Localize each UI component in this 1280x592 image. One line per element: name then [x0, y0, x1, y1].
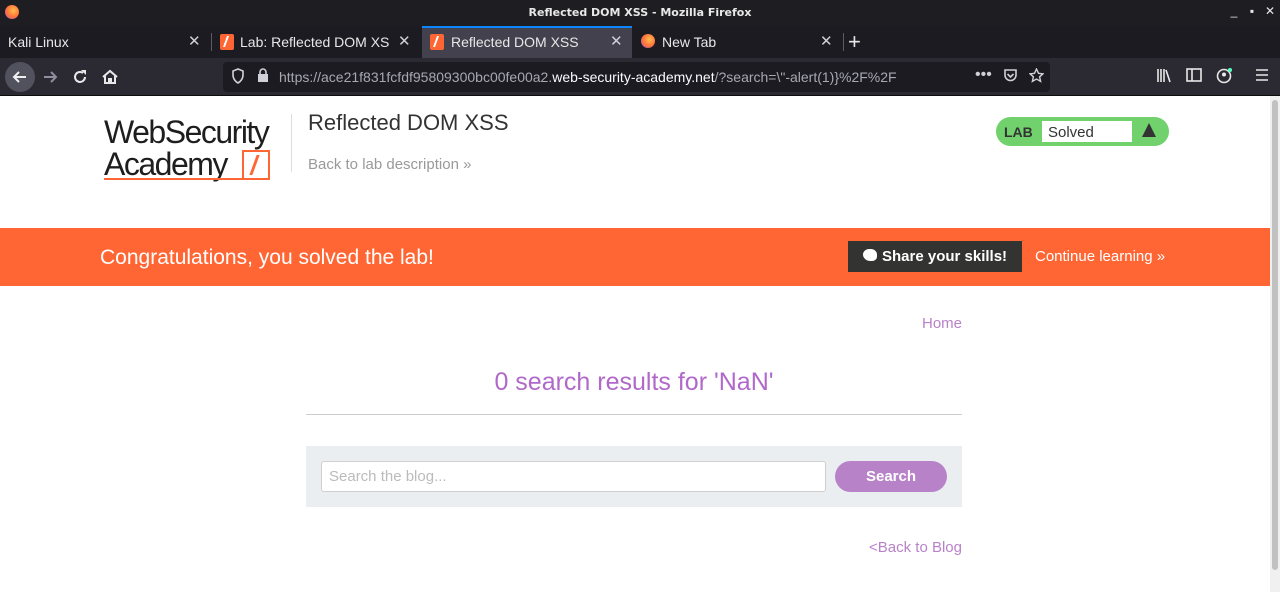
- tab-label: New Tab: [662, 34, 717, 50]
- share-skills-label: Share your skills!: [882, 248, 1008, 265]
- tab-label: Kali Linux: [8, 34, 69, 50]
- web-security-academy-logo[interactable]: WebSecurity Academy: [104, 116, 294, 180]
- pocket-icon[interactable]: [1003, 68, 1018, 86]
- url-host: web-security-academy.net: [552, 69, 715, 85]
- home-button[interactable]: [98, 65, 122, 89]
- flask-icon: [1142, 123, 1156, 137]
- tab-label: Lab: Reflected DOM XSS: [240, 34, 390, 50]
- close-window-button[interactable]: ✕: [1262, 4, 1278, 18]
- twitter-icon: [863, 249, 877, 261]
- lab-tag: LAB: [1004, 124, 1033, 140]
- reload-button[interactable]: [68, 65, 92, 89]
- continue-learning-link[interactable]: Continue learning »: [1035, 248, 1165, 265]
- tab-separator: [843, 33, 844, 51]
- address-bar[interactable]: https://ace21f831fcfdf95809300bc00fe00a2…: [223, 62, 1050, 92]
- search-results-heading: 0 search results for 'NaN': [494, 368, 774, 396]
- search-button[interactable]: Search: [835, 461, 947, 492]
- url-suffix: /?search=\"-alert(1)}%2F%2F: [714, 69, 897, 85]
- tab-lab-description[interactable]: Lab: Reflected DOM XSS ✕: [212, 26, 421, 58]
- minimize-button[interactable]: _: [1226, 4, 1242, 18]
- home-link[interactable]: Home: [922, 315, 962, 332]
- forward-button[interactable]: [38, 65, 62, 89]
- lab-status-text: Solved: [1041, 120, 1133, 143]
- new-tab-button[interactable]: +: [848, 29, 861, 55]
- account-icon[interactable]: [1216, 68, 1233, 87]
- lab-title: Reflected DOM XSS: [308, 110, 509, 135]
- search-input[interactable]: Search the blog...: [321, 461, 826, 492]
- logo-line-1: WebSecurity: [104, 114, 270, 150]
- search-form: Search the blog... Search: [306, 446, 962, 507]
- portswigger-icon: [220, 34, 234, 50]
- back-button[interactable]: [5, 62, 35, 92]
- window-titlebar: Reflected DOM XSS - Mozilla Firefox _ ▪ …: [0, 0, 1280, 26]
- header-divider: [291, 114, 292, 172]
- tab-bar: Kali Linux ✕ Lab: Reflected DOM XSS ✕ Re…: [0, 26, 1280, 58]
- congratulations-message: Congratulations, you solved the lab!: [100, 246, 434, 269]
- portswigger-icon: [430, 34, 444, 50]
- page-scrollbar[interactable]: [1270, 96, 1280, 592]
- tab-reflected-dom-xss[interactable]: Reflected DOM XSS ✕: [422, 26, 632, 58]
- lock-icon[interactable]: [257, 68, 269, 86]
- back-to-blog-link[interactable]: <Back to Blog: [869, 539, 962, 556]
- tab-kali-linux[interactable]: Kali Linux ✕: [0, 26, 210, 58]
- arrow-right-icon: [44, 71, 58, 83]
- sidebar-icon[interactable]: [1186, 68, 1202, 86]
- tab-new-tab[interactable]: New Tab ✕: [633, 26, 843, 58]
- page-content: WebSecurity Academy Reflected DOM XSS Ba…: [0, 96, 1270, 592]
- tab-close-icon[interactable]: ✕: [820, 32, 833, 50]
- shield-icon[interactable]: [231, 68, 245, 87]
- share-skills-button[interactable]: Share your skills!: [848, 241, 1022, 272]
- bookmark-star-icon[interactable]: [1028, 67, 1045, 86]
- lightning-bolt-icon: [242, 150, 270, 180]
- tab-close-icon[interactable]: ✕: [188, 32, 201, 50]
- url-text[interactable]: https://ace21f831fcfdf95809300bc00fe00a2…: [279, 69, 979, 85]
- tab-label: Reflected DOM XSS: [451, 34, 579, 50]
- back-to-lab-description-link[interactable]: Back to lab description »: [308, 156, 471, 173]
- home-icon: [102, 69, 118, 84]
- tab-close-icon[interactable]: ✕: [610, 32, 623, 50]
- page-actions-icon[interactable]: •••: [975, 66, 992, 84]
- reload-icon: [74, 70, 86, 83]
- logo-underline: [104, 178, 244, 180]
- scrollbar-thumb[interactable]: [1272, 100, 1278, 570]
- firefox-icon: [641, 34, 655, 48]
- library-icon[interactable]: [1156, 68, 1172, 86]
- maximize-button[interactable]: ▪: [1244, 4, 1260, 18]
- divider: [306, 414, 962, 415]
- tab-close-icon[interactable]: ✕: [398, 32, 411, 50]
- arrow-left-icon: [12, 71, 26, 83]
- window-title: Reflected DOM XSS - Mozilla Firefox: [528, 6, 752, 19]
- url-prefix: https://ace21f831fcfdf95809300bc00fe00a2…: [279, 69, 553, 85]
- lab-status-badge: LAB Solved: [996, 117, 1169, 146]
- navigation-toolbar: https://ace21f831fcfdf95809300bc00fe00a2…: [0, 58, 1280, 96]
- menu-icon[interactable]: [1255, 68, 1269, 85]
- solved-banner: Congratulations, you solved the lab! Sha…: [0, 228, 1270, 286]
